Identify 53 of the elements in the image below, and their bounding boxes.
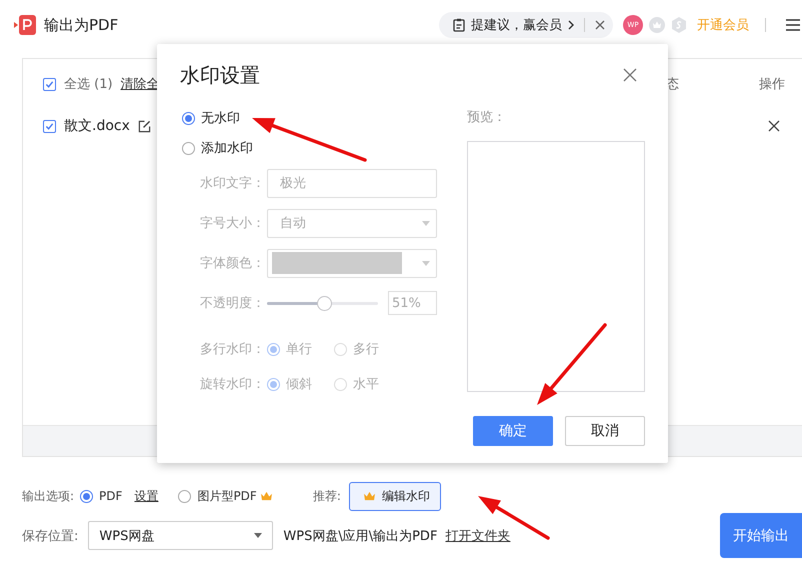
field-label: 不透明度： — [200, 295, 266, 312]
feedback-text: 提建议，赢会员 — [471, 17, 562, 34]
clipboard-icon — [453, 18, 465, 32]
recommend-label: 推荐: — [312, 488, 341, 504]
close-icon[interactable] — [595, 20, 605, 30]
caret-icon — [422, 260, 430, 266]
mode-label: 无水印 — [201, 110, 240, 127]
edit-icon[interactable] — [138, 120, 151, 132]
radio-button[interactable] — [80, 490, 94, 502]
close-icon[interactable] — [623, 68, 637, 82]
option-label: 水平 — [353, 376, 379, 393]
start-export-button[interactable]: 开始输出 — [720, 513, 802, 558]
crown-icon[interactable] — [649, 17, 665, 33]
radio-button[interactable] — [182, 142, 195, 154]
output-options-label: 输出选项: — [22, 488, 74, 504]
column-header: 操作 — [759, 76, 785, 93]
field-label: 字号大小： — [200, 215, 266, 232]
option-label: 图片型PDF — [197, 488, 257, 504]
coin-icon[interactable] — [671, 17, 687, 33]
field-label: 旋转水印： — [200, 376, 266, 393]
chevron-right-icon — [568, 20, 574, 30]
checkbox[interactable] — [43, 78, 56, 90]
settings-link[interactable]: 设置 — [134, 488, 158, 504]
caret-icon — [422, 220, 430, 226]
field-label: 多行水印： — [200, 341, 266, 358]
file-name: 散文.docx — [64, 117, 130, 135]
open-folder-link[interactable]: 打开文件夹 — [445, 526, 510, 544]
radio-button[interactable] — [178, 490, 192, 502]
option-label: 单行 — [286, 341, 312, 358]
save-location-label: 保存位置: — [22, 528, 78, 544]
caret-icon — [254, 533, 262, 538]
crown-icon — [362, 491, 376, 501]
save-path: WPS网盘\应用\输出为PDF — [283, 528, 438, 544]
field-label: 水印文字： — [200, 175, 266, 192]
save-location-dropdown[interactable]: WPS网盘 — [88, 521, 274, 550]
checkbox[interactable] — [43, 120, 56, 132]
feedback-banner[interactable]: 提建议，赢会员 — [439, 12, 613, 38]
radio-button[interactable] — [182, 112, 195, 124]
cancel-button[interactable]: 取消 — [565, 416, 645, 446]
menu-icon[interactable] — [786, 19, 800, 31]
confirm-button[interactable]: 确定 — [473, 416, 553, 446]
field-label: 字体颜色： — [200, 255, 266, 272]
edit-watermark-button[interactable]: 编辑水印 — [348, 482, 441, 510]
window-title: 输出为PDF — [44, 16, 118, 34]
option-label: 倾斜 — [286, 376, 312, 393]
mode-label: 添加水印 — [201, 140, 253, 157]
pdf-logo-icon — [14, 15, 36, 35]
dialog-title: 水印设置 — [180, 62, 260, 88]
select-all-label: 全选 (1) — [64, 76, 113, 93]
remove-icon[interactable] — [768, 120, 780, 132]
preview-label: 预览： — [467, 109, 507, 127]
option-label: 多行 — [353, 341, 379, 358]
option-label: PDF — [99, 489, 122, 503]
